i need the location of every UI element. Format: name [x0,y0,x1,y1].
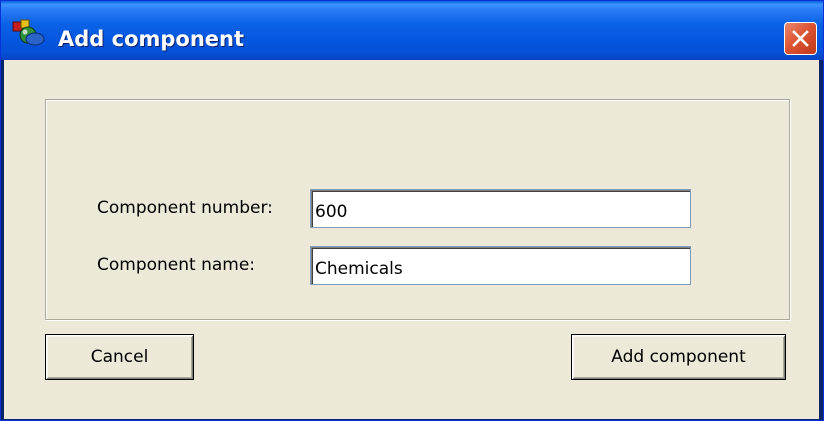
component-number-input[interactable] [310,189,691,228]
add-component-dialog: Add component Component number: Componen… [0,0,824,421]
app-icon [12,19,45,46]
window-title: Add component [58,27,245,51]
component-number-label: Component number: [97,198,273,218]
title-bar[interactable]: Add component [1,1,823,60]
cancel-button[interactable]: Cancel [45,334,194,380]
add-component-button[interactable]: Add component [571,334,786,380]
component-name-input[interactable] [310,246,691,285]
close-icon [792,30,809,47]
component-groupbox: Component number: Component name: [45,99,790,320]
close-button[interactable] [784,22,817,55]
component-name-label: Component name: [97,255,256,275]
dialog-body: Component number: Component name: Cancel… [4,60,819,419]
